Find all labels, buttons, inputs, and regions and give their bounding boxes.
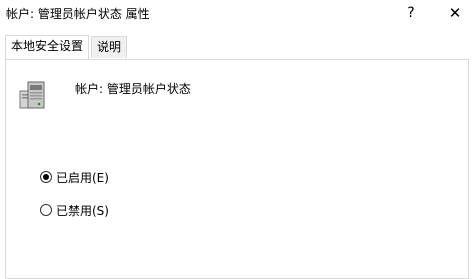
tab-explain[interactable]: 说明 <box>91 36 128 58</box>
enabled-label: 已启用(E) <box>56 170 109 185</box>
tab-strip: 本地安全设置 说明 <box>0 35 475 60</box>
close-button[interactable]: ✕ <box>440 2 470 24</box>
window-title: 帐户: 管理员帐户状态 属性 <box>6 7 150 21</box>
server-icon <box>19 81 45 109</box>
tab-local-security-setting[interactable]: 本地安全设置 <box>5 35 90 59</box>
title-bar: 帐户: 管理员帐户状态 属性 ? ✕ <box>0 0 475 28</box>
help-button[interactable]: ? <box>398 2 424 24</box>
option-disabled[interactable]: 已禁用(S) <box>40 201 109 219</box>
disabled-label: 已禁用(S) <box>56 203 109 218</box>
policy-name: 帐户: 管理员帐户状态 <box>75 82 191 96</box>
disabled-radio[interactable] <box>40 204 52 216</box>
enabled-radio[interactable] <box>40 171 52 183</box>
option-enabled[interactable]: 已启用(E) <box>40 168 109 186</box>
